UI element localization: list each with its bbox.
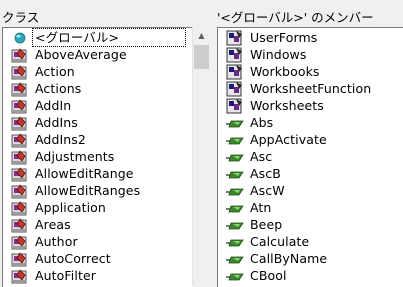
method-icon (225, 199, 245, 216)
member-list-item-label: Workbooks (250, 64, 320, 79)
class-icon (10, 182, 30, 199)
class-list-item-label: AutoCorrect (35, 251, 111, 266)
member-list-item[interactable]: Calculate (218, 233, 309, 250)
class-icon (10, 131, 30, 148)
class-list-item[interactable]: <グローバル> (3, 28, 186, 47)
property-icon (225, 97, 245, 114)
class-icon (10, 80, 30, 97)
member-list-item[interactable]: Windows (218, 46, 307, 63)
class-list-item[interactable]: AboveAverage (3, 46, 127, 63)
member-list-item[interactable]: Asc (218, 148, 272, 165)
class-list-item-label: Action (35, 64, 75, 79)
class-icon (10, 233, 30, 250)
method-icon (225, 148, 245, 165)
member-list-item-label: Windows (250, 47, 307, 62)
member-list-item[interactable]: Worksheets (218, 97, 324, 114)
property-icon (225, 80, 245, 97)
members-list[interactable]: UserForms Windows Workbooks WorksheetFuncti… (217, 27, 403, 287)
scroll-thumb[interactable] (194, 45, 209, 69)
member-list-item-label: AppActivate (250, 132, 327, 147)
class-icon (10, 165, 30, 182)
class-list-item[interactable]: AddIn (3, 97, 71, 114)
property-icon (225, 63, 245, 80)
class-icon (10, 250, 30, 267)
class-icon (10, 148, 30, 165)
method-icon (225, 250, 245, 267)
class-list-item[interactable]: Actions (3, 80, 81, 97)
member-list-item-label: Calculate (250, 234, 310, 249)
member-list-item[interactable]: CallByName (218, 250, 327, 267)
class-list-item-label: AutoFilter (35, 268, 96, 283)
class-list-item[interactable]: Application (3, 199, 106, 216)
class-list-item[interactable]: AutoCorrect (3, 250, 111, 267)
class-list-item-label: AddIns2 (35, 132, 86, 147)
member-list-item-label: Asc (250, 149, 273, 164)
class-list-item-label: Areas (35, 217, 71, 232)
chevron-up-icon: ▲ (198, 31, 205, 40)
class-icon (10, 199, 30, 216)
member-list-item-label: CallByName (250, 251, 328, 266)
class-list-item-label: AllowEditRanges (35, 183, 141, 198)
member-list-item-label: CBool (250, 268, 287, 283)
classes-header: クラス (2, 10, 40, 25)
class-list-item-label: Author (35, 234, 78, 249)
member-list-item-label: Worksheets (250, 98, 324, 113)
property-icon (225, 29, 245, 46)
member-list-item[interactable]: AscW (218, 182, 285, 199)
member-list-item-label: AscW (250, 183, 285, 198)
member-list-item[interactable]: Atn (218, 199, 271, 216)
method-icon (225, 216, 245, 233)
class-list-item[interactable]: Adjustments (3, 148, 114, 165)
property-icon (225, 46, 245, 63)
class-list-item-label: AboveAverage (35, 47, 127, 62)
member-list-item[interactable]: CBool (218, 267, 287, 284)
member-list-item[interactable]: UserForms (218, 29, 317, 46)
class-list-item[interactable]: AutoFilter (3, 267, 96, 284)
globe-icon (10, 29, 30, 46)
member-list-item[interactable]: Beep (218, 216, 282, 233)
class-list-item-label: Application (35, 200, 106, 215)
class-list-item-label: AddIn (35, 98, 72, 113)
class-icon (10, 97, 30, 114)
member-list-item[interactable]: AppActivate (218, 131, 327, 148)
class-list-item-label: AddIns (35, 115, 78, 130)
class-list-item[interactable]: AddIns (3, 114, 78, 131)
class-icon (10, 216, 30, 233)
method-icon (225, 267, 245, 284)
method-icon (225, 114, 245, 131)
class-icon (10, 114, 30, 131)
method-icon (225, 131, 245, 148)
classes-list[interactable]: <グローバル> AboveAverage Action Actions AddIn Add… (2, 27, 193, 287)
method-icon (225, 182, 245, 199)
member-list-item[interactable]: AscB (218, 165, 281, 182)
member-list-item-label: Beep (250, 217, 283, 232)
scroll-up-button[interactable]: ▲ (193, 27, 210, 44)
class-icon (10, 46, 30, 63)
member-list-item-label: Abs (250, 115, 274, 130)
class-list-item[interactable]: Author (3, 233, 78, 250)
member-list-item[interactable]: WorksheetFunction (218, 80, 371, 97)
member-list-item[interactable]: Workbooks (218, 63, 320, 80)
class-list-item-label: Adjustments (35, 149, 115, 164)
class-list-item-label: AllowEditRange (35, 166, 134, 181)
class-icon (10, 63, 30, 80)
method-icon (225, 165, 245, 182)
class-list-item-label: Actions (35, 81, 82, 96)
class-list-item-label: <グローバル> (32, 28, 186, 47)
member-list-item-label: AscB (250, 166, 281, 181)
members-header: '<グローバル>' のメンバー (217, 10, 374, 25)
class-icon (10, 267, 30, 284)
classes-scrollbar[interactable]: ▲ (192, 27, 210, 286)
class-list-item[interactable]: AddIns2 (3, 131, 86, 148)
class-list-item[interactable]: AllowEditRange (3, 165, 134, 182)
member-list-item[interactable]: Abs (218, 114, 273, 131)
class-list-item[interactable]: Action (3, 63, 75, 80)
method-icon (225, 233, 245, 250)
class-list-item[interactable]: Areas (3, 216, 71, 233)
member-list-item-label: UserForms (250, 30, 318, 45)
class-list-item[interactable]: AllowEditRanges (3, 182, 140, 199)
member-list-item-label: WorksheetFunction (250, 81, 372, 96)
member-list-item-label: Atn (250, 200, 272, 215)
